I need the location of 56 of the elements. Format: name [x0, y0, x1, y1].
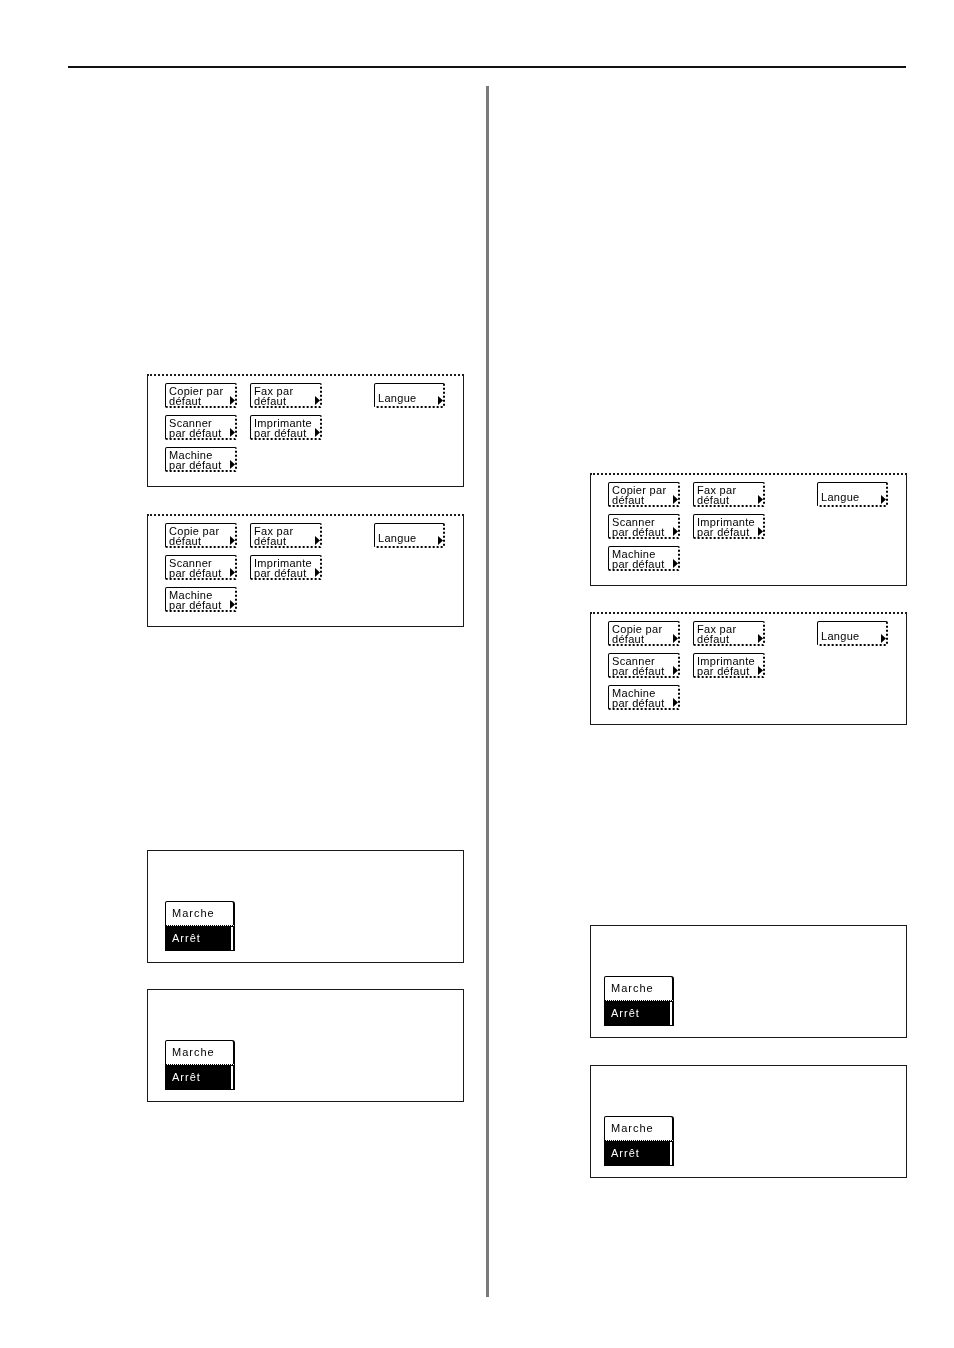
- triangle-icon: [673, 634, 678, 643]
- menu-button[interactable]: Machine par défaut: [165, 587, 237, 612]
- triangle-icon: [673, 559, 678, 568]
- menu-button[interactable]: Langue: [374, 523, 445, 548]
- menu-button[interactable]: Imprimante par défaut: [250, 555, 322, 580]
- menu-button[interactable]: Langue: [817, 621, 888, 646]
- triangle-icon: [758, 666, 763, 675]
- menu-button[interactable]: Fax par défaut: [693, 482, 765, 507]
- triangle-icon: [758, 495, 763, 504]
- menu-button[interactable]: Fax par défaut: [250, 523, 322, 548]
- option-button[interactable]: Arrêt: [604, 1001, 674, 1026]
- triangle-icon: [758, 527, 763, 536]
- menu-button[interactable]: Imprimante par défaut: [693, 653, 765, 678]
- triangle-icon: [673, 666, 678, 675]
- triangle-icon: [881, 634, 886, 643]
- menu-button[interactable]: Scanner par défaut: [608, 653, 680, 678]
- menu-button[interactable]: Fax par défaut: [693, 621, 765, 646]
- triangle-icon: [438, 536, 443, 545]
- triangle-icon: [315, 428, 320, 437]
- triangle-icon: [230, 600, 235, 609]
- menu-button[interactable]: Copier par défaut: [608, 482, 680, 507]
- triangle-icon: [315, 536, 320, 545]
- menu-button[interactable]: Copie par défaut: [165, 523, 237, 548]
- option-button[interactable]: Marche: [165, 901, 235, 926]
- triangle-icon: [230, 536, 235, 545]
- menu-button[interactable]: Copie par défaut: [608, 621, 680, 646]
- triangle-icon: [438, 396, 443, 405]
- menu-button[interactable]: Scanner par défaut: [165, 415, 237, 440]
- triangle-icon: [881, 495, 886, 504]
- triangle-icon: [230, 396, 235, 405]
- option-button[interactable]: Marche: [604, 976, 674, 1001]
- triangle-icon: [315, 396, 320, 405]
- menu-button[interactable]: Machine par défaut: [608, 685, 680, 710]
- option-button[interactable]: Arrêt: [165, 926, 235, 951]
- menu-button[interactable]: Langue: [817, 482, 888, 507]
- triangle-icon: [673, 527, 678, 536]
- triangle-icon: [758, 634, 763, 643]
- option-button[interactable]: Marche: [604, 1116, 674, 1141]
- option-button[interactable]: Arrêt: [604, 1141, 674, 1166]
- menu-button[interactable]: Imprimante par défaut: [250, 415, 322, 440]
- menu-button[interactable]: Fax par défaut: [250, 383, 322, 408]
- triangle-icon: [315, 568, 320, 577]
- menu-button[interactable]: Langue: [374, 383, 445, 408]
- triangle-icon: [230, 568, 235, 577]
- triangle-icon: [673, 495, 678, 504]
- triangle-icon: [230, 428, 235, 437]
- menu-button[interactable]: Scanner par défaut: [608, 514, 680, 539]
- triangle-icon: [673, 698, 678, 707]
- menu-button[interactable]: Imprimante par défaut: [693, 514, 765, 539]
- menu-button[interactable]: Scanner par défaut: [165, 555, 237, 580]
- menu-button[interactable]: Machine par défaut: [165, 447, 237, 472]
- option-button[interactable]: Marche: [165, 1040, 235, 1065]
- option-button[interactable]: Arrêt: [165, 1065, 235, 1090]
- triangle-icon: [230, 460, 235, 469]
- menu-button[interactable]: Machine par défaut: [608, 546, 680, 571]
- menu-button[interactable]: Copier par défaut: [165, 383, 237, 408]
